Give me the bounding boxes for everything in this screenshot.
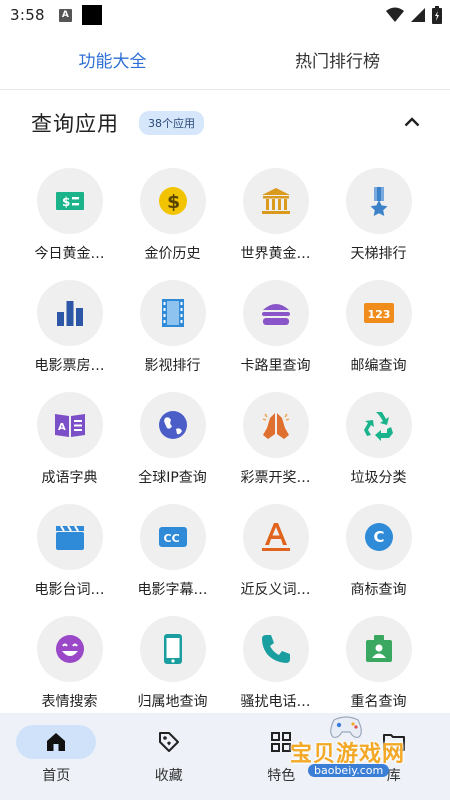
app-label: 世界黄金… [240,246,311,262]
app-item-global-ip[interactable]: 全球IP查询 [121,392,224,504]
app-label: 垃圾分类 [350,470,407,486]
app-item-calorie[interactable]: 卡路里查询 [224,280,327,392]
app-screen: 3:58 A 功能大全 热门排行榜 查询应用 38个应用 $ 今日黄金… $ 金… [0,0,450,800]
id-badge-icon [365,635,392,662]
app-item-duplicate-name[interactable]: 重名查询 [327,616,430,728]
film-icon [161,299,184,327]
app-item-idiom-dictionary[interactable]: A 成语字典 [18,392,121,504]
app-item-postcode[interactable]: 123 邮编查询 [327,280,430,392]
svg-text:123: 123 [367,308,390,321]
phone-handset-icon [261,635,290,663]
folder-icon [382,734,405,751]
letter-a-icon [261,523,290,551]
app-grid: $ 今日黄金… $ 金价历史 世界黄金… 天梯排行 电影票房… 影视排行 卡路里… [18,168,432,728]
tab-hot-ranking[interactable]: 热门排行榜 [225,30,450,89]
svg-text:CC: CC [163,532,179,545]
nav-featured-label: 特色 [267,768,296,784]
app-label: 电影字幕… [137,582,208,598]
app-label: 天梯排行 [350,246,407,262]
app-item-movie-subtitles[interactable]: CC 电影字幕… [121,504,224,616]
app-label: 彩票开奖… [240,470,311,486]
nav-library[interactable]: 库 [338,713,450,800]
app-item-lottery[interactable]: 彩票开奖… [224,392,327,504]
app-item-spam-calls[interactable]: 骚扰电话… [224,616,327,728]
app-item-emoji-search[interactable]: 表情搜索 [18,616,121,728]
app-item-gold-history[interactable]: $ 金价历史 [121,168,224,280]
nav-favorites[interactable]: 收藏 [113,713,226,800]
app-item-number-location[interactable]: 归属地查询 [121,616,224,728]
app-count-badge: 38个应用 [139,111,204,135]
tab-features-label: 功能大全 [78,52,147,72]
app-item-box-office[interactable]: 电影票房… [18,280,121,392]
closed-caption-icon: CC [158,527,187,547]
status-time: 3:58 [10,6,45,24]
nav-featured[interactable]: 特色 [225,713,338,800]
top-tabs: 功能大全 热门排行榜 [0,30,450,90]
app-label: 电影票房… [34,358,105,374]
battery-icon [432,6,442,24]
app-label: 骚扰电话… [240,694,311,710]
svg-text:$: $ [167,191,180,213]
phone-device-icon [163,634,182,664]
app-label: 近反义词… [240,582,311,598]
svg-text:C: C [373,528,384,546]
section-header: 查询应用 38个应用 [0,92,450,154]
nav-home-label: 首页 [42,768,71,784]
app-item-movie-lines[interactable]: 电影台词… [18,504,121,616]
copyright-icon: C [364,523,393,551]
status-bar: 3:58 A [0,0,450,30]
app-label: 商标查询 [350,582,407,598]
app-item-world-gold[interactable]: 世界黄金… [224,168,327,280]
app-label: 全球IP查询 [138,470,207,486]
home-icon [47,733,66,751]
tag-icon [158,732,179,752]
praying-hands-icon [262,413,289,439]
smiley-icon [55,635,84,663]
app-item-synonyms[interactable]: 近反义词… [224,504,327,616]
notification-square-icon [81,5,102,25]
svg-text:$: $ [62,195,70,209]
app-label: 邮编查询 [350,358,407,374]
bottom-nav: 首页 收藏 特色 库 [0,713,450,800]
nav-home[interactable]: 首页 [0,713,113,800]
numbers-icon: 123 [363,303,394,323]
app-label: 影视排行 [144,358,201,374]
medal-icon [370,187,387,216]
tab-features[interactable]: 功能大全 [0,30,225,89]
status-icons [386,6,442,24]
grid-icon [271,732,292,752]
app-label: 归属地查询 [137,694,208,710]
app-item-trademark[interactable]: C 商标查询 [327,504,430,616]
app-label: 重名查询 [350,694,407,710]
clapperboard-icon [55,525,84,550]
recycle-icon [363,412,393,441]
collapse-button[interactable] [402,112,422,132]
app-label: 电影台词… [34,582,105,598]
app-item-today-gold[interactable]: $ 今日黄金… [18,168,121,280]
nav-favorites-label: 收藏 [154,768,183,784]
tab-hot-ranking-label: 热门排行榜 [295,52,380,72]
money-icon: $ [55,192,84,210]
bank-icon [261,188,290,214]
signal-icon [411,8,425,22]
app-item-film-ranking[interactable]: 影视排行 [121,280,224,392]
globe-icon [158,411,187,439]
dollar-coin-icon: $ [158,187,187,215]
chevron-up-icon [404,117,420,127]
app-label: 金价历史 [144,246,201,262]
bar-chart-icon [56,301,83,326]
section-title: 查询应用 [31,112,119,136]
nav-library-label: 库 [386,768,401,784]
svg-text:A: A [58,422,66,433]
notification-a-icon: A [58,8,72,22]
app-label: 表情搜索 [41,694,98,710]
app-item-garbage-sorting[interactable]: 垃圾分类 [327,392,430,504]
app-item-ladder-ranking[interactable]: 天梯排行 [327,168,430,280]
app-label: 成语字典 [41,470,98,486]
burger-icon [261,304,290,325]
wifi-icon [386,7,404,22]
app-label: 今日黄金… [34,246,105,262]
dictionary-icon: A [54,414,85,437]
app-label: 卡路里查询 [240,358,311,374]
